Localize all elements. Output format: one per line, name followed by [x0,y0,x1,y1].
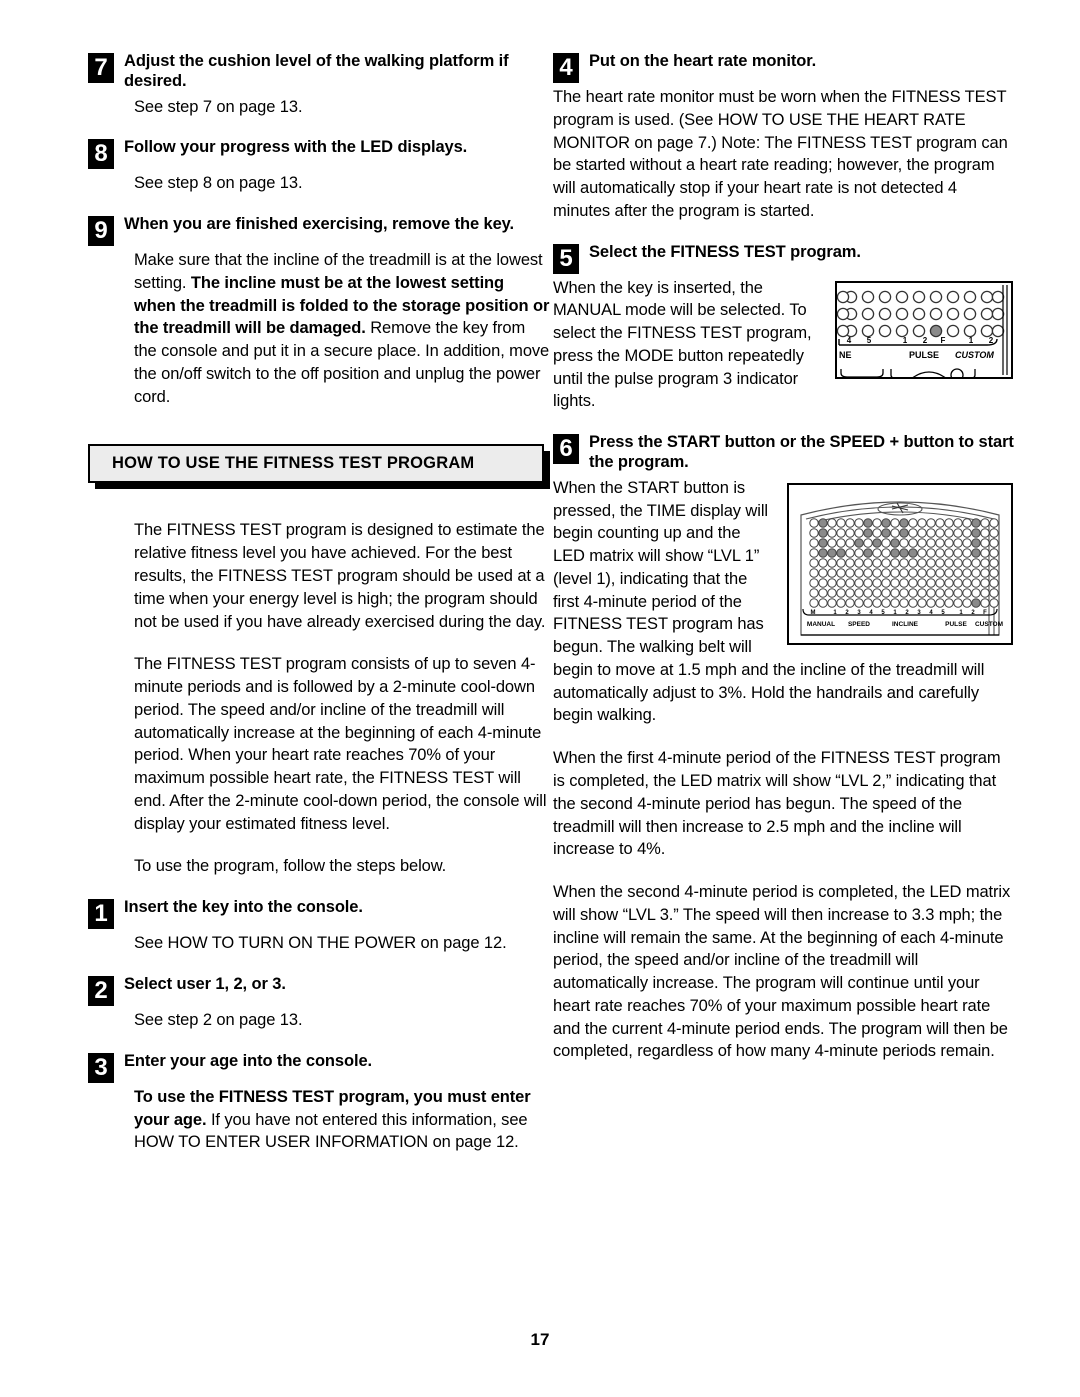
step-4-body: The heart rate monitor must be worn when… [553,88,1008,220]
step-1: 1 Insert the key into the console. [88,898,550,930]
step-2: 2 Select user 1, 2, or 3. [88,974,550,1006]
step-8-number: 8 [88,139,114,170]
step-7-body: See step 7 on page 13. [134,97,303,116]
svg-text:5: 5 [867,336,872,345]
svg-text:M: M [811,610,816,616]
step-8-title: Follow your progress with the LED displa… [124,138,468,157]
step-3-number: 3 [88,1052,114,1083]
step-7: 7 Adjust the cushion level of the walkin… [88,52,550,92]
step-1-title: Insert the key into the console. [124,898,363,917]
step-8: 8 Follow your progress with the LED disp… [88,138,550,170]
step-6-block: M 1 2 3 4 5 1 2 3 4 5 1 2 F MANUAL SPEED… [553,477,1015,747]
svg-text:F: F [983,610,987,616]
svg-text:PULSE: PULSE [909,350,939,360]
intro-paragraph-2: The FITNESS TEST program consists of up … [134,655,547,833]
svg-text:SPEED: SPEED [848,621,870,628]
section-header-title: HOW TO USE THE FITNESS TEST PROGRAM [88,444,544,484]
step-5-number: 5 [553,243,579,274]
svg-text:CUSTOM: CUSTOM [975,621,1003,628]
step-3-body: To use the FITNESS TEST program, you mus… [134,1086,550,1154]
console-led-matrix-figure: M 1 2 3 4 5 1 2 3 4 5 1 2 F MANUAL SPEED… [787,482,1015,645]
step-2-number: 2 [88,975,114,1006]
svg-text:INCLINE: INCLINE [892,621,919,628]
step-6-number: 6 [553,434,579,465]
step-8-body: See step 8 on page 13. [134,174,303,193]
step-9: 9 When you are finished exercising, remo… [88,215,550,247]
step-4: 4 Put on the heart rate monitor. [553,52,1015,83]
svg-text:NE: NE [839,350,852,360]
svg-text:1: 1 [903,336,908,345]
lit-led [929,324,943,337]
manual-page: 7 Adjust the cushion level of the walkin… [0,0,1080,1397]
step-6-title: Press the START button or the SPEED + bu… [589,433,1014,471]
intro-paragraph-1: The FITNESS TEST program is designed to … [134,521,546,631]
intro-paragraph-3: To use the program, follow the steps bel… [134,857,447,876]
svg-text:2: 2 [989,336,994,345]
step-7-number: 7 [88,53,114,83]
page-number: 17 [530,1330,550,1349]
step-4-title: Put on the heart rate monitor. [589,52,817,70]
console-pulse-detail-art: 4 5 1 2 F 1 2 NE PULSE CUSTOM [837,284,1008,377]
step-9-body: Make sure that the incline of the treadm… [134,249,550,408]
step-5-title: Select the FITNESS TEST program. [589,242,861,261]
console-pulse-detail-figure: 4 5 1 2 F 1 2 NE PULSE CUSTOM [835,280,1015,379]
console-led-matrix-art: M 1 2 3 4 5 1 2 3 4 5 1 2 F MANUAL SPEED… [800,501,1003,636]
step-9-number: 9 [88,216,114,247]
step-6-body-3: When the second 4-minute period is compl… [553,883,1011,1061]
step-7-title: Adjust the cushion level of the walking … [124,52,509,90]
svg-text:F: F [941,336,946,345]
svg-text:MANUAL: MANUAL [807,621,835,628]
console-led-matrix: M 1 2 3 4 5 1 2 3 4 5 1 2 F MANUAL SPEED… [787,482,1013,645]
step-1-body: See HOW TO TURN ON THE POWER on page 12. [134,934,507,953]
step-3: 3 Enter your age into the console. [88,1051,550,1083]
svg-text:2: 2 [923,336,928,345]
step-2-title: Select user 1, 2, or 3. [124,974,286,993]
right-column: 4 Put on the heart rate monitor. The hea… [553,52,1015,1083]
led-matrix-dots [809,518,999,608]
step-6-body-2: When the first 4-minute period of the FI… [553,749,1001,859]
svg-text:CUSTOM: CUSTOM [955,350,994,360]
svg-text:PULSE: PULSE [945,621,967,628]
svg-text:4: 4 [847,336,852,345]
step-3-title: Enter your age into the console. [124,1051,373,1070]
step-4-number: 4 [553,53,579,83]
step-9-title: When you are finished exercising, remove… [124,215,515,234]
console-pulse-detail: 4 5 1 2 F 1 2 NE PULSE CUSTOM [835,280,1013,379]
section-header: HOW TO USE THE FITNESS TEST PROGRAM [88,444,550,490]
step-1-number: 1 [88,899,114,930]
lit-pulse-indicator [971,598,981,608]
step-2-body: See step 2 on page 13. [134,1010,303,1029]
svg-text:1: 1 [969,336,974,345]
step-5-block: 4 5 1 2 F 1 2 NE PULSE CUSTOM When the k… [553,277,1015,434]
left-column: 7 Adjust the cushion level of the walkin… [88,52,550,1174]
step-5: 5 Select the FITNESS TEST program. [553,242,1015,274]
step-6: 6 Press the START button or the SPEED + … [553,433,1015,473]
